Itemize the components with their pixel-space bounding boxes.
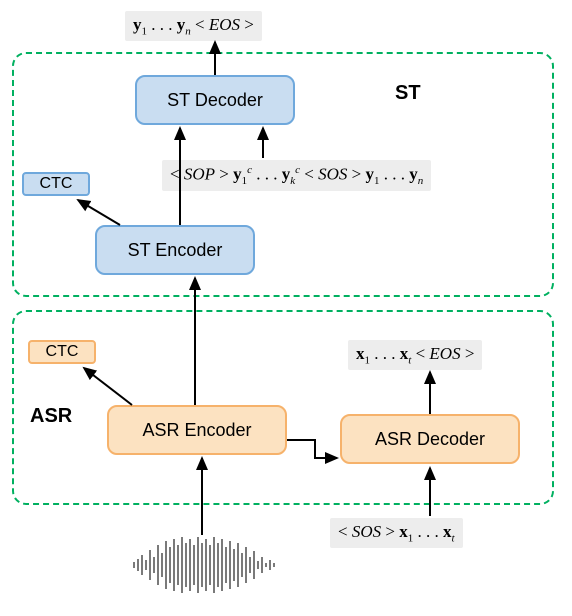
asr-label: ASR	[30, 405, 72, 428]
st-decoder-output: y1 . . . yn < EOS >	[125, 11, 262, 41]
waveform-icon	[130, 535, 280, 595]
asr-encoder-block: ASR Encoder	[107, 405, 287, 455]
st-label: ST	[395, 82, 421, 105]
st-decoder-input: < SOP > y1c . . . ykc < SOS > y1 . . . y…	[162, 160, 431, 191]
st-encoder-block: ST Encoder	[95, 225, 255, 275]
asr-decoder-output: x1 . . . xt < EOS >	[348, 340, 482, 370]
ctc-st-block: CTC	[22, 172, 90, 196]
st-decoder-block: ST Decoder	[135, 75, 295, 125]
asr-decoder-input: < SOS > x1 . . . xt	[330, 518, 463, 548]
ctc-asr-block: CTC	[28, 340, 96, 364]
asr-decoder-block: ASR Decoder	[340, 414, 520, 464]
